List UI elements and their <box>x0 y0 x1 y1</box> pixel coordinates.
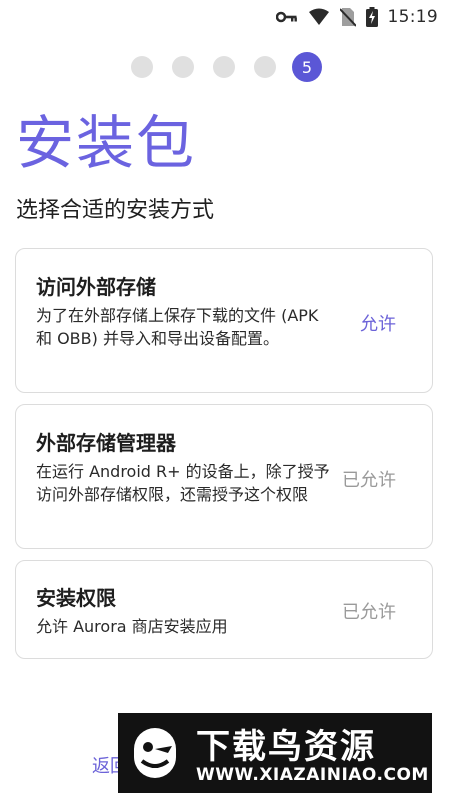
card-description: 为了在外部存储上保存下载的文件 (APK 和 OBB) 并导入和导出设备配置。 <box>36 306 319 348</box>
watermark-banner: 下载鸟资源 WWW.XIAZAINIAO.COM <box>118 713 432 793</box>
card-title: 访问外部存储 <box>36 275 156 299</box>
card-description: 允许 Aurora 商店安装应用 <box>36 617 228 636</box>
card-title: 安装权限 <box>36 586 116 610</box>
status-bar: 15:19 <box>0 0 450 34</box>
step-dot <box>254 56 276 78</box>
battery-charging-icon <box>365 7 378 27</box>
allow-button[interactable]: 允许 <box>360 310 396 336</box>
allowed-button[interactable]: 已允许 <box>342 466 396 492</box>
status-time: 15:19 <box>387 7 438 27</box>
watermark-url: WWW.XIAZAINIAO.COM <box>196 765 429 785</box>
no-sim-icon <box>339 7 356 27</box>
step-dot <box>213 56 235 78</box>
card-description: 在运行 Android R+ 的设备上，除了授予访问外部存储权限，还需授予这个权… <box>36 462 330 504</box>
watermark-title: 下载鸟资源 <box>196 727 376 767</box>
page-title: 安装包 <box>16 109 197 177</box>
screen: 15:19 5 安装包 选择合适的安装方式 访问外部存储 为了在外部存储上保存下… <box>0 0 450 799</box>
page-subtitle: 选择合适的安装方式 <box>16 198 215 223</box>
allowed-button[interactable]: 已允许 <box>342 598 396 624</box>
card-title: 外部存储管理器 <box>36 431 176 455</box>
bird-logo-icon <box>134 728 176 778</box>
wifi-icon <box>308 8 330 26</box>
permission-card-external-storage: 访问外部存储 为了在外部存储上保存下载的文件 (APK 和 OBB) 并导入和导… <box>15 248 433 393</box>
permission-card-install: 安装权限 允许 Aurora 商店安装应用 已允许 <box>15 560 433 659</box>
step-indicator: 5 <box>0 52 450 82</box>
step-dot <box>131 56 153 78</box>
step-dot-active: 5 <box>292 52 322 82</box>
permission-card-storage-manager: 外部存储管理器 在运行 Android R+ 的设备上，除了授予访问外部存储权限… <box>15 404 433 549</box>
key-icon <box>275 10 298 24</box>
step-dot <box>172 56 194 78</box>
